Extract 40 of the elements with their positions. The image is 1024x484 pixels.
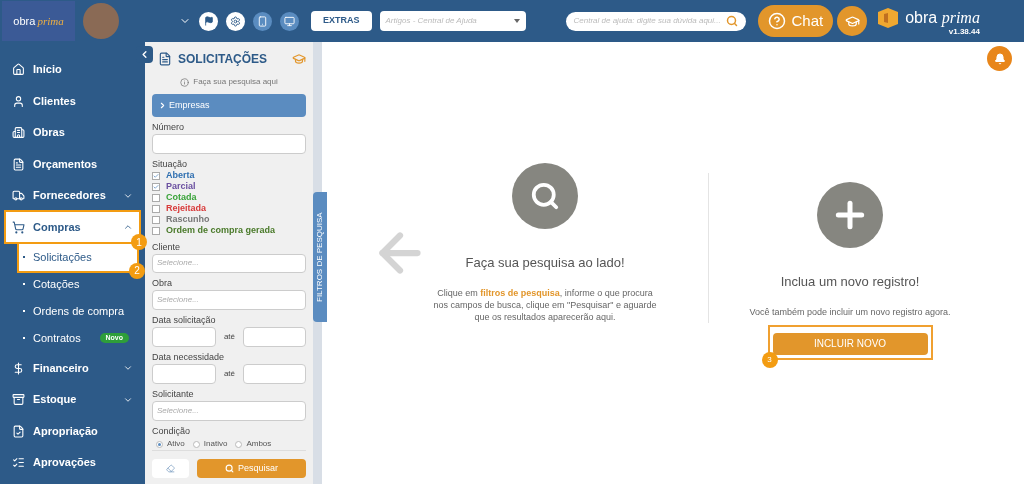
status-checkbox[interactable]: Parcial — [152, 181, 306, 193]
menu-item[interactable]: Estoque — [6, 384, 139, 415]
field-label: Solicitante — [152, 390, 195, 400]
radio-option[interactable]: Inativo — [192, 438, 228, 450]
field-label: Cliente — [152, 242, 181, 252]
filters-tab[interactable]: FILTROS DE PESQUISA — [313, 192, 327, 322]
field-label: Data necessidade — [152, 353, 226, 363]
step-badge: 3 — [761, 351, 778, 368]
menu-item[interactable]: Aprovações — [6, 447, 139, 478]
menu-item[interactable]: Apropriação — [6, 416, 139, 446]
panel-title: Faça sua pesquisa ao lado! — [465, 254, 625, 273]
version-label: v1.38.44 — [948, 28, 980, 36]
field-label: Obra — [152, 279, 173, 289]
companies-section[interactable]: Empresas — [152, 94, 306, 117]
status-checkbox[interactable]: Ordem de compra gerada — [152, 225, 306, 237]
menu-item[interactable]: Obras — [6, 117, 139, 148]
panel-title: Inclua um novo registro! — [780, 273, 920, 292]
menu-item[interactable]: Clientes — [6, 86, 139, 116]
menu-item[interactable]: Início — [6, 54, 139, 85]
instructions-text: Clique em filtros de pesquisa, informe o que procura nos campos de busca, clique em "Pesquisar" e aguarde que os resultados aparecerão aqui. — [432, 286, 658, 323]
radio-option[interactable]: Ativo — [156, 438, 185, 450]
brand-name: obra prima — [905, 8, 980, 29]
panel-title: SOLICITAÇÕES — [178, 50, 268, 68]
field-label: Data solicitação — [152, 316, 217, 326]
until-label: até — [222, 331, 237, 344]
until-label: até — [222, 368, 237, 381]
submenu-item[interactable]: Ordens de compra — [19, 297, 137, 325]
status-checkbox[interactable]: Aberta — [152, 170, 306, 182]
status-checkbox[interactable]: Rejeitada — [152, 203, 306, 215]
menu-item[interactable]: Orçamentos — [6, 149, 139, 179]
info-text: Você também pode incluir um novo registro agora. — [749, 305, 951, 319]
hint-text: Faça sua pesquisa aqui — [193, 76, 278, 88]
field-label: Número — [152, 122, 185, 132]
status-checkbox[interactable]: Rascunho — [152, 214, 306, 226]
menu-item[interactable]: Fornecedores — [6, 180, 139, 211]
radio-option[interactable]: Ambos — [235, 438, 272, 450]
menu-item[interactable]: Financeiro — [6, 353, 139, 383]
extras-button[interactable]: EXTRAS — [311, 11, 372, 31]
field-label: Situação — [152, 159, 189, 169]
field-label: Condição — [152, 427, 192, 436]
